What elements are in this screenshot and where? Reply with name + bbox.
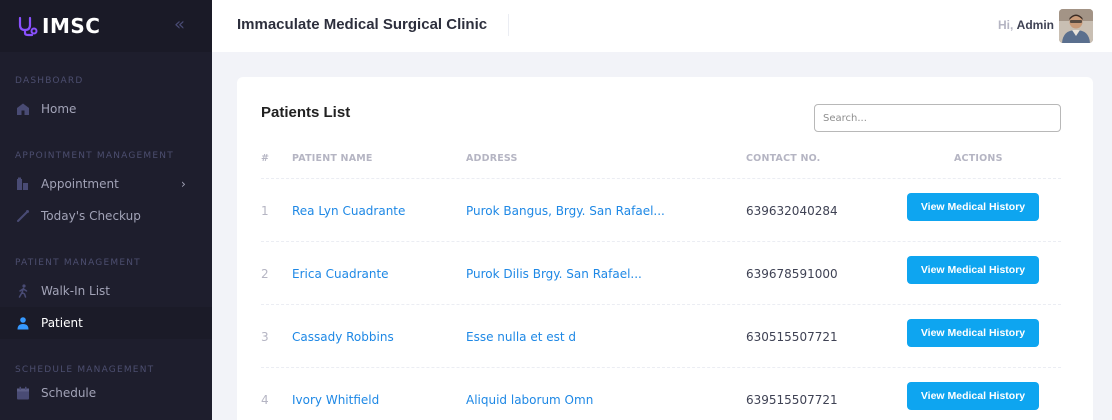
view-medical-history-button[interactable]: View Medical History (907, 256, 1039, 284)
section-label-schedule: Schedule Management (15, 365, 155, 375)
table-cell-address[interactable]: Esse nulla et est d (466, 330, 576, 344)
search-input[interactable] (814, 104, 1061, 132)
table-cell-contact: 639678591000 (746, 267, 838, 281)
sidebar-item-label: Patient (41, 316, 83, 330)
sidebar-item-label: Today's Checkup (41, 209, 141, 223)
top-header: Immaculate Medical Surgical Clinic Hi, A… (212, 0, 1112, 52)
page-title: Immaculate Medical Surgical Clinic (237, 16, 488, 33)
sidebar: IMSC « Dashboard Home Appointment Manage… (0, 0, 212, 420)
greeting-username: Admin (1016, 18, 1054, 32)
calendar-icon (17, 386, 29, 400)
sidebar-item-schedule[interactable]: Schedule (0, 377, 212, 409)
avatar-image (1059, 9, 1093, 43)
table-cell-patient-name[interactable]: Erica Cuadrante (292, 267, 389, 281)
sidebar-item-label: Schedule (41, 386, 97, 400)
section-label-dashboard: Dashboard (15, 76, 84, 86)
sidebar-item-appointment[interactable]: Appointment › (0, 168, 212, 200)
column-header-contact[interactable]: Contact No. (746, 153, 820, 164)
row-divider (261, 367, 1061, 368)
home-icon (17, 103, 29, 115)
walking-person-icon (18, 284, 28, 298)
view-medical-history-button[interactable]: View Medical History (907, 319, 1039, 347)
user-greeting[interactable]: Hi, Admin (998, 18, 1054, 32)
column-header-actions: Actions (954, 153, 1003, 164)
sidebar-item-home[interactable]: Home (0, 93, 212, 125)
brand[interactable]: IMSC « (0, 0, 212, 52)
sidebar-collapse-icon[interactable]: « (174, 14, 192, 36)
checkup-icon (17, 210, 29, 222)
table-cell-contact: 639515507721 (746, 393, 838, 407)
table-cell-number: 3 (261, 330, 269, 344)
sidebar-item-todays-checkup[interactable]: Today's Checkup (0, 200, 212, 232)
person-icon (17, 317, 29, 330)
sidebar-item-label: Home (41, 102, 77, 116)
section-label-appointment: Appointment Management (15, 151, 174, 161)
stethoscope-logo-icon (18, 16, 38, 37)
sidebar-item-patient[interactable]: Patient (0, 307, 212, 339)
row-divider (261, 241, 1061, 242)
table-cell-address[interactable]: Aliquid laborum Omn (466, 393, 593, 407)
table-cell-patient-name[interactable]: Ivory Whitfield (292, 393, 379, 407)
header-divider (508, 14, 509, 36)
section-label-patient: Patient Management (15, 258, 141, 268)
table-cell-contact: 630515507721 (746, 330, 838, 344)
view-medical-history-button[interactable]: View Medical History (907, 193, 1039, 221)
row-divider (261, 178, 1061, 179)
view-medical-history-button[interactable]: View Medical History (907, 382, 1039, 410)
patients-card: Patients List # Patient Name Address Con… (237, 77, 1093, 420)
sidebar-item-walk-in-list[interactable]: Walk-In List (0, 275, 212, 307)
appointment-icon (17, 177, 28, 190)
sidebar-item-label: Walk-In List (41, 284, 110, 298)
greeting-hi: Hi, (997, 18, 1014, 32)
row-divider (261, 304, 1061, 305)
card-title: Patients List (261, 104, 351, 121)
brand-name: IMSC (42, 14, 101, 38)
chevron-right-icon: › (181, 177, 186, 191)
table-cell-patient-name[interactable]: Rea Lyn Cuadrante (292, 204, 405, 218)
avatar[interactable] (1059, 9, 1093, 43)
column-header-number: # (261, 153, 270, 164)
table-cell-patient-name[interactable]: Cassady Robbins (292, 330, 394, 344)
column-header-address[interactable]: Address (466, 153, 518, 164)
table-cell-number: 2 (261, 267, 269, 281)
table-cell-number: 4 (261, 393, 269, 407)
column-header-patient-name[interactable]: Patient Name (292, 153, 373, 164)
table-cell-address[interactable]: Purok Dilis Brgy. San Rafael... (466, 267, 642, 281)
table-cell-address[interactable]: Purok Bangus, Brgy. San Rafael... (466, 204, 665, 218)
table-cell-number: 1 (261, 204, 269, 218)
table-cell-contact: 639632040284 (746, 204, 838, 218)
sidebar-item-label: Appointment (41, 177, 119, 191)
